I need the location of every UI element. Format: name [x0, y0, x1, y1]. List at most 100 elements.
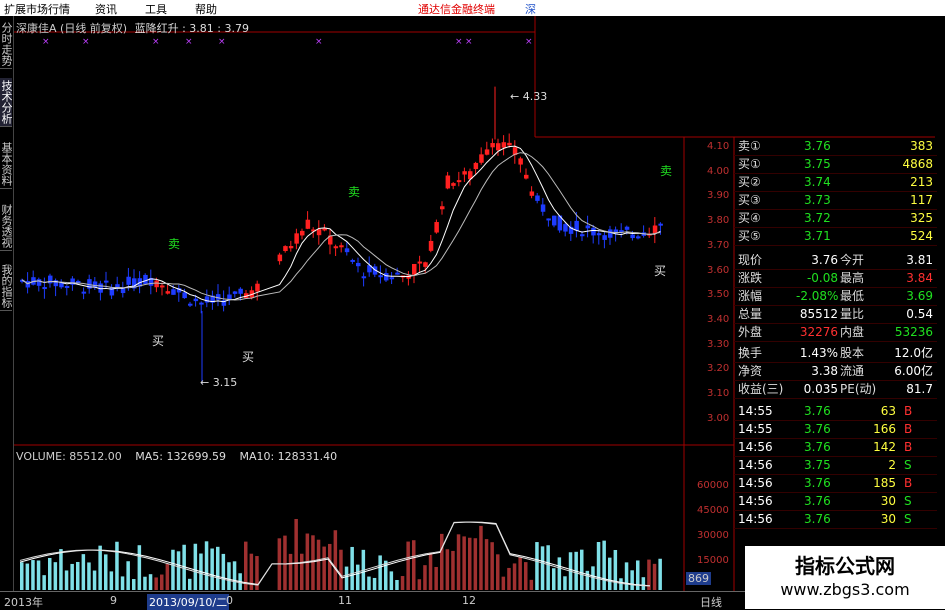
- cursor-date[interactable]: 2013/09/10/二: [147, 594, 230, 610]
- price-axis-label: 3.90: [707, 190, 730, 202]
- period-label[interactable]: 日线: [700, 594, 722, 610]
- volume-bar: [630, 570, 634, 590]
- stat-label: 换手: [738, 346, 763, 360]
- tick-price: 3.76: [804, 440, 831, 454]
- volume-bar: [25, 563, 30, 590]
- candle-body: [490, 143, 495, 148]
- top-marker: ×: [152, 37, 160, 47]
- volume-bar: [602, 540, 606, 590]
- candle-body: [294, 233, 299, 244]
- candle-body: [36, 279, 42, 286]
- candle-body: [440, 206, 445, 210]
- candle-body: [361, 276, 367, 279]
- stat-label: 股本: [840, 346, 865, 360]
- volume-bar: [479, 525, 483, 590]
- volume-bar: [641, 577, 646, 590]
- chart-title: 深康佳A (日线 前复权) 蓝降红升 : 3.81 : 3.79: [16, 20, 249, 36]
- candle-body: [479, 154, 484, 163]
- axis-month: 12: [462, 594, 476, 607]
- stat-value: 3.81: [906, 253, 933, 267]
- volume-bar: [507, 567, 511, 590]
- candle-body: [204, 296, 210, 303]
- top-marker: ×: [82, 37, 90, 47]
- quote-stat-row: 现价 3.76 今开 3.81: [734, 252, 937, 270]
- candle-body: [507, 142, 512, 146]
- volume-bar: [31, 560, 35, 590]
- book-volume: 383: [910, 139, 933, 153]
- price-axis-label: 3.60: [707, 264, 730, 276]
- volume-bar: [496, 554, 500, 590]
- stat-value: 1.43%: [799, 346, 838, 360]
- volume-bar: [339, 549, 343, 590]
- candle-body: [496, 143, 501, 151]
- book-label: 买①: [738, 157, 761, 171]
- volume-bar: [484, 539, 489, 590]
- candle-body: [288, 246, 294, 249]
- sell-signal: 卖: [168, 237, 181, 251]
- volume-bar: [81, 554, 86, 590]
- volume-bar: [456, 534, 461, 590]
- volume-bar: [333, 530, 338, 590]
- top-marker: ×: [185, 37, 193, 47]
- volume-axis-label: 15000: [697, 555, 729, 566]
- volume-bar: [350, 546, 354, 590]
- volume-bar: [143, 576, 147, 590]
- volume-ma5: MA5: 132699.59: [135, 450, 226, 463]
- stat-label: 涨幅: [738, 289, 763, 303]
- volume-bar: [367, 576, 371, 590]
- volume-axis-label: 60000: [697, 480, 729, 491]
- menu-tools[interactable]: 工具: [145, 1, 167, 17]
- stat-label: 内盘: [840, 325, 865, 339]
- stat-label: 最低: [840, 289, 865, 303]
- buy-signal: 买: [242, 350, 255, 364]
- volume-bar: [524, 562, 528, 590]
- tick-row: 14:56 3.76 30 S: [734, 493, 937, 511]
- candle-body: [658, 223, 663, 226]
- axis-month: 11: [338, 594, 352, 607]
- menu-news[interactable]: 资讯: [95, 1, 117, 17]
- volume-side-value: 869: [686, 572, 711, 585]
- candle-body: [546, 218, 551, 221]
- volume-bar: [624, 562, 629, 590]
- price-axis-label: 3.20: [707, 363, 730, 375]
- volume-bar: [557, 557, 562, 590]
- book-price: 3.71: [804, 229, 831, 243]
- price-axis-label: 3.50: [707, 289, 730, 301]
- candle-body: [473, 162, 479, 170]
- candle-body: [171, 289, 176, 295]
- candle-body: [524, 174, 529, 179]
- candle-body: [652, 225, 658, 234]
- candle-body: [92, 281, 98, 288]
- candle-body: [356, 262, 361, 267]
- tick-time: 14:55: [738, 404, 773, 418]
- price-axis-label: 3.80: [707, 215, 730, 227]
- candle-body: [451, 183, 456, 186]
- book-label: 买④: [738, 211, 761, 225]
- volume-bar: [608, 557, 612, 590]
- menu-market[interactable]: 扩展市场行情: [4, 1, 70, 17]
- menu-help[interactable]: 帮助: [195, 1, 217, 17]
- tick-side: S: [904, 512, 912, 526]
- volume-bar: [160, 574, 164, 590]
- candle-body: [255, 283, 260, 292]
- stat-value: 85512: [799, 307, 838, 321]
- order-book-row: 卖① 3.76 383: [734, 138, 937, 156]
- candle-body: [104, 280, 109, 283]
- stat-label: 流通: [840, 364, 865, 378]
- volume-bar: [193, 543, 198, 590]
- volume-bar: [204, 541, 209, 590]
- stat-value: 3.69: [906, 289, 933, 303]
- book-price: 3.75: [804, 157, 831, 171]
- candle-body: [540, 204, 546, 212]
- top-marker: ×: [315, 37, 323, 47]
- candle-body: [300, 230, 305, 236]
- volume-bar: [20, 562, 24, 590]
- book-volume: 4868: [902, 157, 933, 171]
- quote-stat-row: 净资 3.38 流通 6.00亿: [734, 363, 937, 381]
- quote-panel: 卖① 3.76 383 买① 3.75 4868 买② 3.74 213 买③ 3.73 117 买④ 3…: [734, 138, 937, 529]
- symbol-tab[interactable]: 深: [525, 1, 536, 17]
- candle-body: [552, 215, 557, 226]
- stat-value: -0.08: [806, 271, 838, 285]
- sell-signal: 卖: [348, 185, 361, 199]
- tick-side: S: [904, 458, 912, 472]
